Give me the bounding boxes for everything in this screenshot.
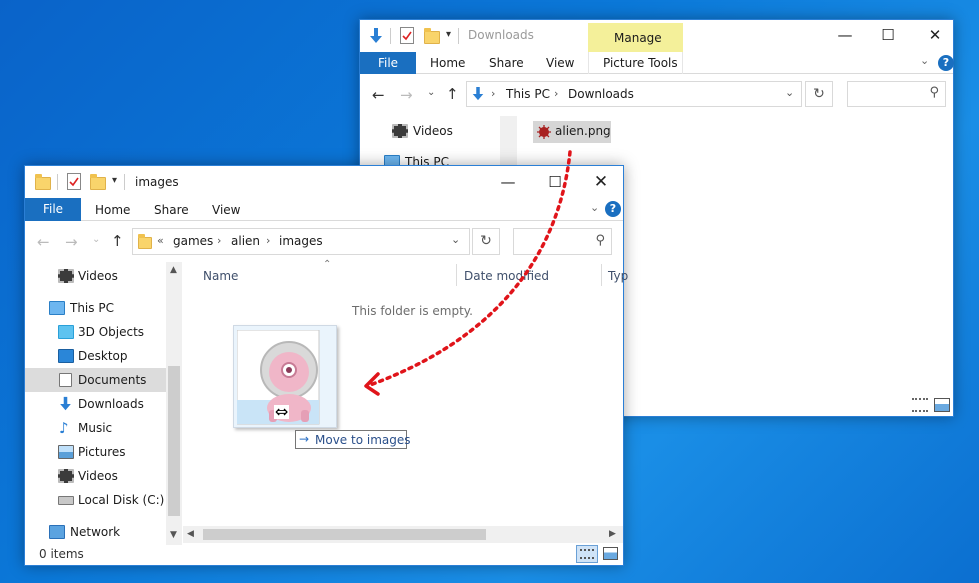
drop-tooltip: → Move to images xyxy=(295,430,411,449)
resize-cursor-icon: ⇔ xyxy=(274,402,290,421)
dragged-file-thumbnail: ⇔ xyxy=(233,325,337,428)
tooltip-text: Move to images xyxy=(315,433,411,447)
drag-path-arrow xyxy=(364,150,572,396)
move-arrow-icon: → xyxy=(299,432,310,446)
